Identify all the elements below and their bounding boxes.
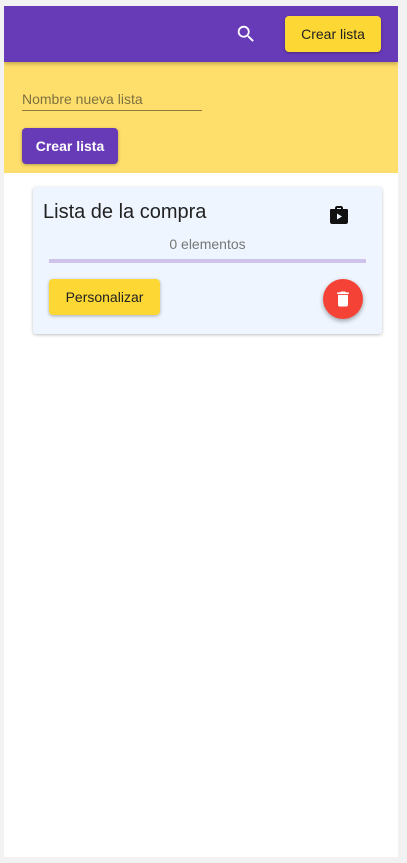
header-create-list-button[interactable]: Crear lista (285, 16, 381, 52)
list-progress-bar (49, 259, 366, 263)
list-item-count: 0 elementos (169, 236, 246, 252)
list-title: Lista de la compra (43, 201, 207, 223)
customize-button[interactable]: Personalizar (49, 279, 160, 315)
app-window: Crear lista Crear lista Lista de la comp… (4, 6, 398, 857)
list-card[interactable]: Lista de la compra 0 elementos Personali… (33, 187, 382, 334)
trash-icon (337, 291, 349, 307)
new-list-name-input[interactable] (22, 88, 202, 111)
search-button[interactable] (232, 20, 260, 48)
top-app-bar: Crear lista (4, 6, 398, 62)
create-list-panel: Crear lista (4, 62, 398, 173)
create-list-button[interactable]: Crear lista (22, 128, 118, 164)
search-icon (237, 25, 254, 42)
shop-icon[interactable] (327, 203, 351, 227)
delete-list-button[interactable] (323, 279, 363, 319)
